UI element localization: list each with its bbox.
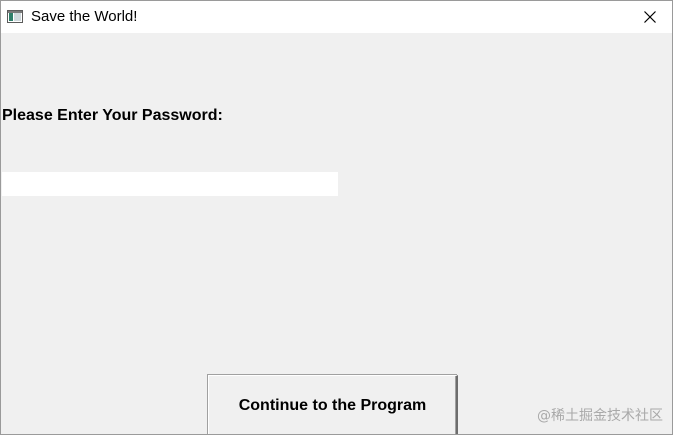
watermark-text: @稀土掘金技术社区 [537,408,663,424]
close-icon [644,11,656,23]
application-window-icon [7,10,23,23]
icon-right-pane [14,13,21,21]
password-input[interactable] [2,172,338,196]
icon-left-pane [9,13,13,21]
password-prompt-label: Please Enter Your Password: [2,107,223,124]
window-title: Save the World! [31,8,138,25]
title-bar[interactable]: Save the World! [1,1,672,33]
app-window: Save the World! Please Enter Your Passwo… [0,0,673,435]
continue-button[interactable]: Continue to the Program [208,375,458,434]
close-button[interactable] [626,1,672,33]
window-client-area: Please Enter Your Password: Continue to … [1,33,672,434]
